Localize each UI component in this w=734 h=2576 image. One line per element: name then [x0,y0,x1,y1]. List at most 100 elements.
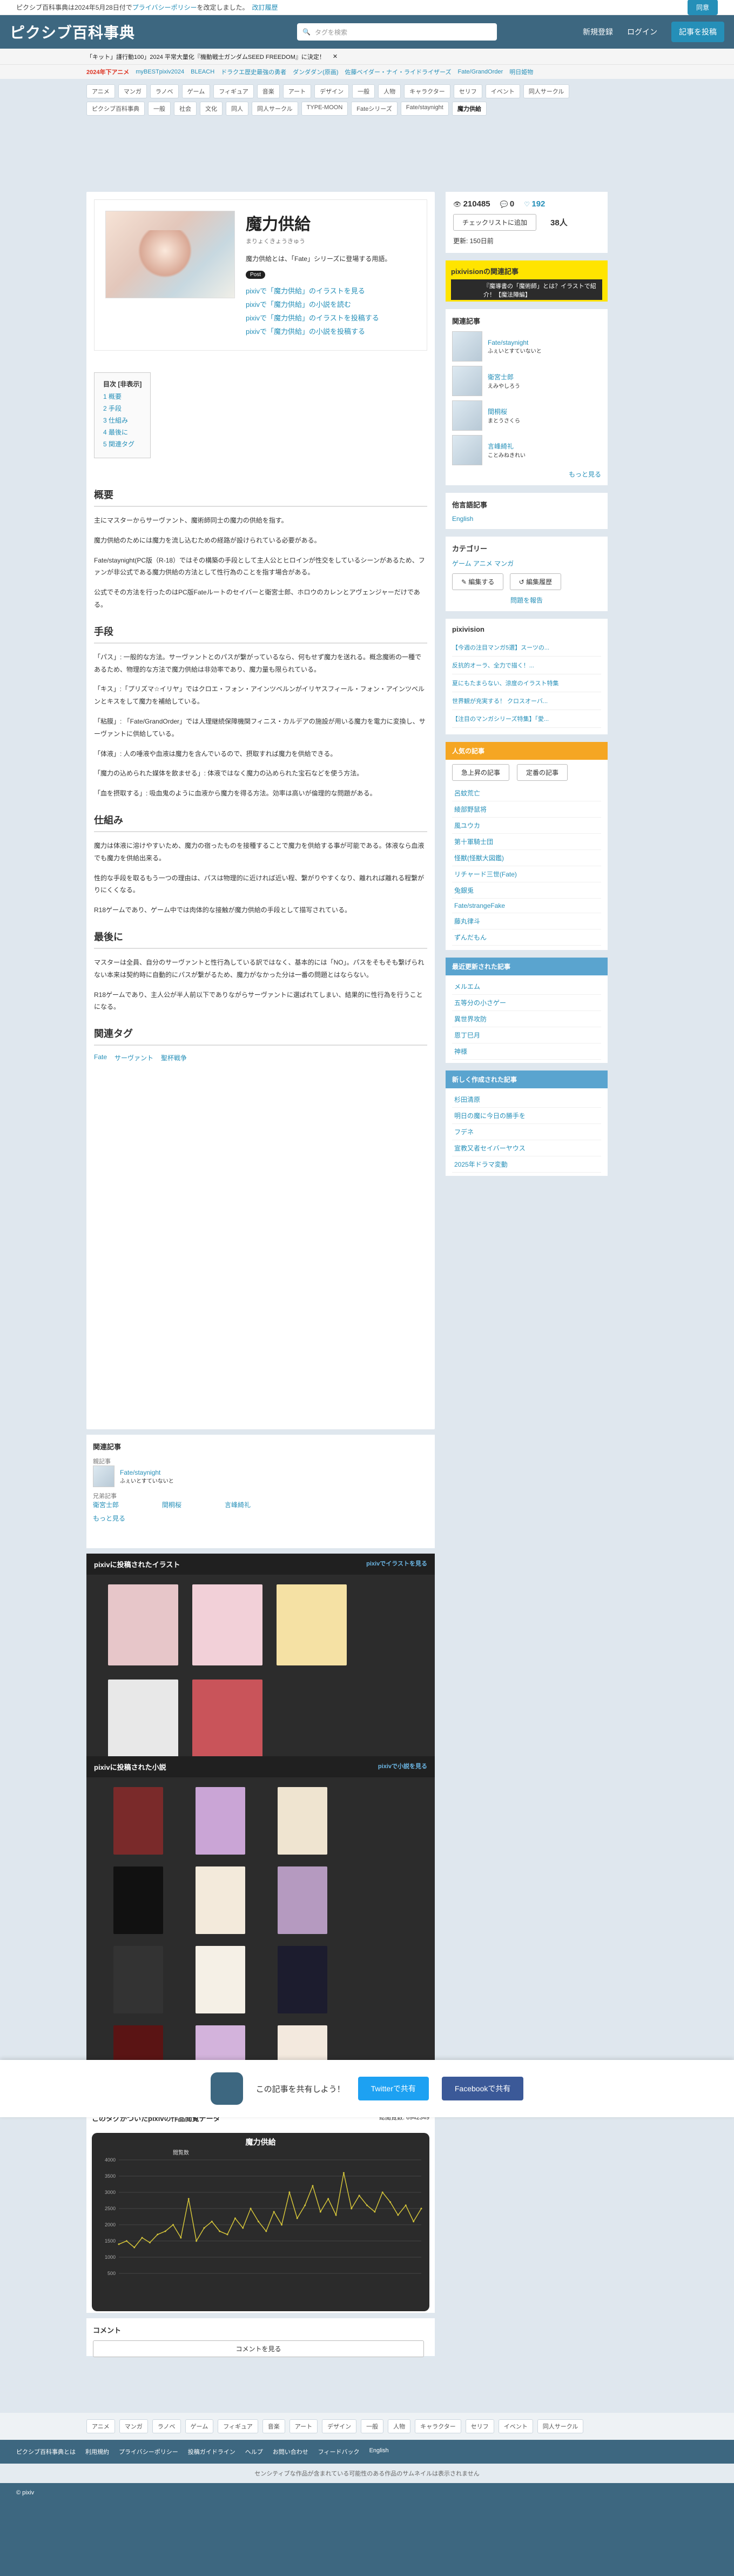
pixiv-novel-link[interactable]: pixivで「魔力供給」の小説を読む [246,299,391,309]
ranking-item[interactable]: ずんだもん [452,929,601,946]
category-chip[interactable]: アニメ [86,84,115,98]
breadcrumb-item[interactable]: 一般 [148,102,171,116]
ranking-item[interactable]: 呂蚊荒亡 [452,785,601,801]
footer-category[interactable]: 一般 [361,2419,384,2433]
trending-item[interactable]: 「キット」謹行動100」2024 平常大量化『機動戦士ガンダムSEED FREE… [86,52,325,61]
twitter-share-button[interactable]: Twitterで共有 [358,2077,429,2100]
news-item[interactable]: 夏にもたまらない、涼度のイラスト特集 [452,674,601,692]
trending-tag[interactable]: Fate/GrandOrder [458,69,503,75]
category-chip[interactable]: 人物 [378,84,401,98]
category-chip[interactable]: キャラクター [404,84,450,98]
related-item[interactable]: 間桐桜 まとうさくら [452,400,601,431]
illust-thumbnail[interactable] [192,1680,262,1761]
category-chip[interactable]: フィギュア [213,84,254,98]
novel-thumbnail[interactable] [113,1946,163,2013]
recent-item[interactable]: 神様 [452,1043,601,1060]
novel-thumbnail[interactable] [113,1866,163,1934]
footer-link[interactable]: English [369,2447,389,2456]
siblings-more[interactable]: もっと見る [93,1514,428,1523]
category-chip[interactable]: アート [282,84,312,98]
tab-standard[interactable]: 定番の記事 [517,764,568,781]
toc-item[interactable]: 3 仕組み [103,416,142,425]
category-chip[interactable]: ラノベ [150,84,179,98]
like-count[interactable]: ♡ 192 [524,199,545,209]
category-chip[interactable]: 同人サークル [523,84,570,98]
illust-thumbnail[interactable] [108,1680,178,1761]
footer-category[interactable]: 人物 [388,2419,411,2433]
category-chip[interactable]: マンガ [118,84,147,98]
article-thumbnail[interactable] [105,211,235,298]
privacy-link[interactable]: プライバシーポリシー [132,3,197,12]
toc-title[interactable]: 目次 [非表示] [103,379,142,389]
sibling-link[interactable]: 間桐桜 [162,1500,181,1509]
footer-category[interactable]: 同人サークル [537,2419,584,2433]
trending-tag[interactable]: myBESTpixiv2024 [136,69,184,75]
tag-link[interactable]: 聖杯戦争 [161,1053,187,1062]
recent-item[interactable]: メルエム [452,979,601,995]
footer-link[interactable]: お問い合わせ [273,2447,308,2456]
toc-item[interactable]: 5 関連タグ [103,439,142,449]
novel-thumbnail[interactable] [113,1787,163,1855]
ranking-item[interactable]: 綾部野鼠将 [452,801,601,818]
novel-thumbnail[interactable] [196,1866,245,1934]
pixivision-banner[interactable]: pixivisionの関連記事 『魔導書の「魔術師」とは？イラストで紹介！【魔法… [446,260,608,302]
toc-item[interactable]: 2 手段 [103,404,142,413]
recent-item[interactable]: 恩丁巳月 [452,1027,601,1043]
new-item[interactable]: 2025年ドラマ変動 [452,1156,601,1173]
breadcrumb-item[interactable]: Fate/staynight [400,102,449,116]
category-chip[interactable]: 音楽 [257,84,280,98]
footer-link[interactable]: 投稿ガイドライン [188,2447,235,2456]
footer-category[interactable]: キャラクター [415,2419,461,2433]
ranking-item[interactable]: 藤丸律斗 [452,913,601,929]
news-item[interactable]: 【注目のマンガシリーズ特集】「愛... [452,710,601,728]
sibling-link[interactable]: 衛宮士郎 [93,1500,119,1509]
footer-link[interactable]: フィードバック [318,2447,360,2456]
breadcrumb-item[interactable]: ピクシブ百科事典 [86,102,145,116]
recent-item[interactable]: 五等分の小さゲー [452,995,601,1011]
new-item[interactable]: フデネ [452,1124,601,1140]
trending-tag[interactable]: ダンダダン(原画) [293,68,338,76]
breadcrumb-item[interactable]: Fateシリーズ [351,102,398,116]
illust-more-link[interactable]: pixivでイラストを見る [366,1559,427,1569]
category-chip[interactable]: セリフ [453,84,482,98]
category-chip[interactable]: ゲーム [181,84,211,98]
news-item[interactable]: 反抗的オーラ、全力で描く！... [452,657,601,674]
footer-category[interactable]: セリフ [465,2419,494,2433]
tag-link[interactable]: Fate [94,1053,107,1062]
novel-thumbnail[interactable] [278,1787,327,1855]
pixiv-post-illust-link[interactable]: pixivで「魔力供給」のイラストを投稿する [246,312,391,323]
toc-item[interactable]: 4 最後に [103,427,142,437]
footer-category[interactable]: アニメ [86,2419,115,2433]
x-post-button[interactable]: Post [246,271,266,279]
news-item[interactable]: 世界観が充実する！ クロスオーバ... [452,692,601,710]
breadcrumb-item[interactable]: 同人 [226,102,248,116]
novel-thumbnail[interactable] [278,1866,327,1934]
footer-category[interactable]: イベント [498,2419,533,2433]
novel-thumbnail[interactable] [278,1946,327,2013]
history-button[interactable]: ↺ 編集履歴 [509,573,562,590]
close-icon[interactable]: ✕ [333,53,338,60]
footer-link[interactable]: プライバシーポリシー [119,2447,178,2456]
new-item[interactable]: 明日の魔に今日の勝手を [452,1108,601,1124]
facebook-share-button[interactable]: Facebookで共有 [441,2077,524,2100]
pixiv-illust-link[interactable]: pixivで「魔力供給」のイラストを見る [246,285,391,296]
recent-item[interactable]: 異世界攻防 [452,1011,601,1027]
tab-rising[interactable]: 急上昇の記事 [452,764,510,781]
breadcrumb-item[interactable]: 同人サークル [252,102,298,116]
trending-tag[interactable]: ドラクエ歴史最強の勇者 [221,68,286,76]
ranking-item[interactable]: Fate/strangeFake [452,899,601,913]
revision-link[interactable]: 改訂履歴 [252,3,278,12]
footer-category[interactable]: アート [289,2419,318,2433]
view-comments-button[interactable]: コメントを見る [93,2340,424,2357]
pixivision-item[interactable]: 『魔導書の「魔術師」とは？イラストで紹介！【魔法陣編】 [451,279,602,300]
related-item[interactable]: 言峰綺礼 ことみねきれい [452,435,601,465]
tag-link[interactable]: サーヴァント [115,1053,153,1062]
ranking-item[interactable]: 第十軍騎士団 [452,834,601,850]
category-chip[interactable]: 一般 [352,84,375,98]
new-item[interactable]: 杉田清原 [452,1092,601,1108]
related-more-link[interactable]: もっと見る [452,470,601,479]
edit-button[interactable]: ✎ 編集する [452,573,504,590]
breadcrumb-item[interactable]: TYPE-MOON [301,102,348,116]
illust-thumbnail[interactable] [192,1584,262,1665]
checklist-button[interactable]: チェックリストに追加 [453,214,537,231]
